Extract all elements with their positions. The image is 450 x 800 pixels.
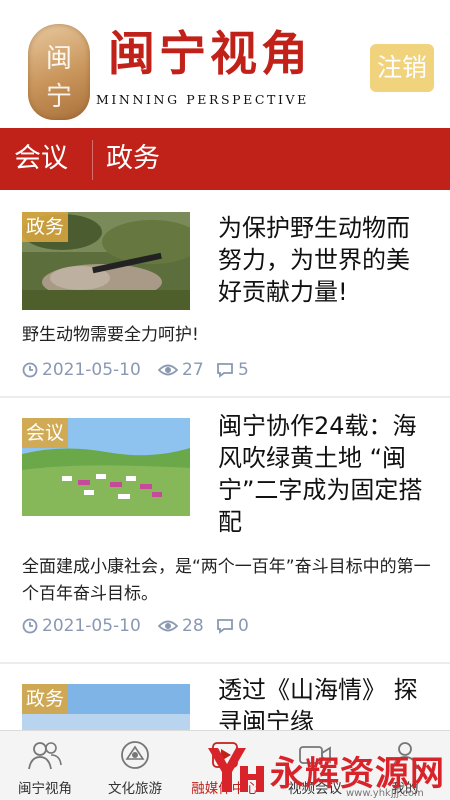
nav-item-minning[interactable]: 闽宁视角 xyxy=(0,731,90,800)
article-tag: 会议 xyxy=(22,418,69,448)
article-thumbnail: 政务 xyxy=(22,684,190,730)
comment-count: 5 xyxy=(238,360,249,380)
article-card[interactable]: 政务 为保护野生动物而努力，为世界的美好贡献力量! 野生动物需要全力呵护! 20… xyxy=(0,190,450,396)
article-card[interactable]: 会议 闽宁协作24载：海风吹绿黄土地 “闽宁”二字成为固定搭配 全面建成小康社会… xyxy=(0,398,450,662)
article-summary: 全面建成小康社会，是“两个一百年”奋斗目标中的第一个百年奋斗目标。 xyxy=(22,557,431,604)
clock-icon xyxy=(22,618,38,634)
clock-icon xyxy=(22,362,38,378)
category-tab-government[interactable]: 政务 xyxy=(106,128,160,190)
app-subtitle: MINNING PERSPECTIVE xyxy=(96,92,309,107)
category-bar: 会议 政务 xyxy=(0,128,450,190)
article-feed[interactable]: 政务 为保护野生动物而努力，为世界的美好贡献力量! 野生动物需要全力呵护! 20… xyxy=(0,190,450,730)
article-thumbnail: 会议 xyxy=(22,418,190,516)
nav-label: 闽宁视角 xyxy=(18,781,72,797)
article-thumbnail: 政务 xyxy=(22,212,190,310)
article-summary: 野生动物需要全力呵护! xyxy=(22,325,199,345)
article-tag: 政务 xyxy=(22,684,69,714)
app-title: 闽宁视角 xyxy=(108,27,312,82)
view-count: 27 xyxy=(182,360,204,380)
people-icon xyxy=(28,742,62,770)
comment-count: 0 xyxy=(238,616,249,636)
article-title[interactable]: 闽宁协作24载：海风吹绿黄土地 “闽宁”二字成为固定搭配 xyxy=(218,410,432,538)
view-count: 28 xyxy=(182,616,204,636)
article-card[interactable]: 政务 透过《山海情》 探寻闽宁缘 xyxy=(0,664,450,730)
watermark-logo-icon xyxy=(208,748,264,792)
article-title[interactable]: 透过《山海情》 探寻闽宁缘 xyxy=(218,674,432,730)
watermark-url: www.yhkjjj.com xyxy=(346,788,424,799)
article-meta: 2021-05-10 28 0 xyxy=(22,614,282,638)
eye-icon xyxy=(158,620,178,632)
seal-char-1: 闽 xyxy=(45,44,72,74)
comment-icon xyxy=(217,619,233,634)
article-date: 2021-05-10 xyxy=(42,616,141,636)
watermark-overlay: 永辉资源网 www.yhkjjj.com xyxy=(198,740,450,800)
article-date: 2021-05-10 xyxy=(42,360,141,380)
article-tag: 政务 xyxy=(22,212,69,242)
app-header: 闽 宁 闽宁视角 MINNING PERSPECTIVE 注销 xyxy=(0,0,450,128)
article-title[interactable]: 为保护野生动物而努力，为世界的美好贡献力量! xyxy=(218,212,432,308)
seal-char-2: 宁 xyxy=(45,82,72,112)
article-meta: 2021-05-10 27 5 xyxy=(22,358,282,382)
seal-logo: 闽 宁 xyxy=(28,24,90,120)
category-tab-meeting[interactable]: 会议 xyxy=(14,128,68,190)
logout-button[interactable]: 注销 xyxy=(370,44,434,92)
eye-icon xyxy=(158,364,178,376)
nav-label: 文化旅游 xyxy=(108,781,162,797)
nav-item-culture-travel[interactable]: 文化旅游 xyxy=(90,731,180,800)
tab-divider xyxy=(92,140,93,180)
comment-icon xyxy=(217,363,233,378)
travel-icon xyxy=(121,741,149,769)
